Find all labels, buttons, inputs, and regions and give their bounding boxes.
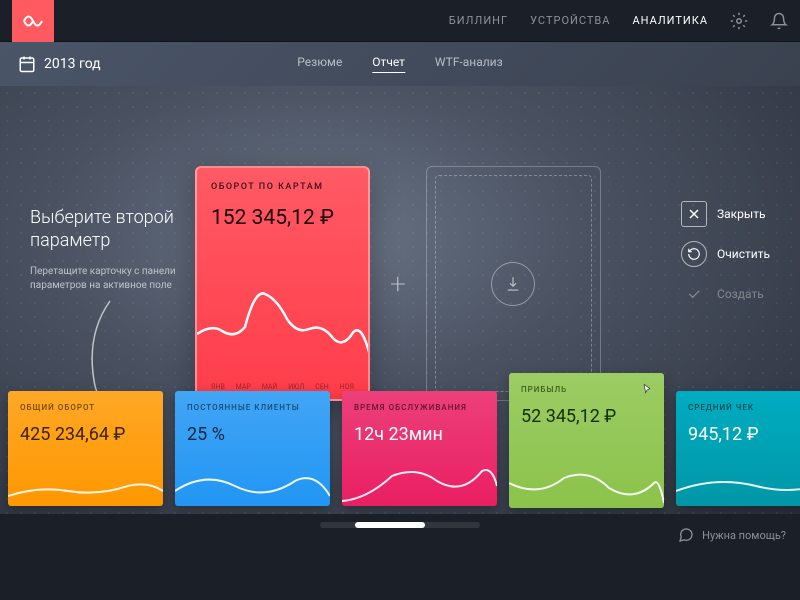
mini-chart: [342, 461, 497, 506]
mini-chart: [175, 461, 330, 506]
mini-card-title: ВРЕМЯ ОБСЛУЖИВАНИЯ: [354, 403, 485, 412]
year-label: 2013 год: [44, 56, 101, 72]
mini-card-2[interactable]: ВРЕМЯ ОБСЛУЖИВАНИЯ 12ч 23мин: [342, 391, 497, 506]
card-chart: [197, 279, 370, 369]
bell-icon[interactable]: [770, 12, 788, 30]
report-tabs: Резюме Отчет WTF-анализ: [297, 55, 502, 73]
close-button[interactable]: Закрыть: [681, 201, 770, 227]
mini-card-title: СРЕДНИЙ ЧЕК: [688, 403, 800, 412]
clear-button[interactable]: Очистить: [681, 241, 770, 267]
check-icon: [681, 281, 707, 307]
mini-chart: [676, 461, 800, 506]
footer: Нужна помощь?: [0, 514, 800, 556]
mini-card-value: 25 %: [187, 424, 318, 445]
nav-billing[interactable]: БИЛЛИНГ: [449, 14, 508, 27]
nav-analytics[interactable]: АНАЛИТИКА: [632, 14, 708, 27]
mini-card-value: 945,12 ₽: [688, 424, 800, 445]
instruction-panel: Выберите второй параметр Перетащите карт…: [30, 206, 210, 293]
main-area: Выберите второй параметр Перетащите карт…: [0, 86, 800, 514]
mini-card-3[interactable]: ПРИБЫЛЬ 52 345,12 ₽: [509, 373, 664, 508]
nav-devices[interactable]: УСТРОЙСТВА: [530, 14, 610, 27]
close-icon: [681, 201, 707, 227]
mini-card-title: ПОСТОЯННЫЕ КЛИЕНТЫ: [187, 403, 318, 412]
chat-icon: [678, 527, 694, 543]
app-header: БИЛЛИНГ УСТРОЙСТВА АНАЛИТИКА: [0, 0, 800, 42]
logo[interactable]: [12, 0, 54, 42]
instruction-title: Выберите второй параметр: [30, 206, 210, 253]
card-title: ОБОРОТ ПО КАРТАМ: [211, 182, 354, 192]
download-icon: [491, 262, 535, 306]
mini-card-title: ОБЩИЙ ОБОРОТ: [20, 403, 151, 412]
reset-icon: [681, 241, 707, 267]
gear-icon[interactable]: [730, 12, 748, 30]
mini-chart: [8, 461, 163, 506]
create-button[interactable]: Создать: [681, 281, 770, 307]
mini-card-title: ПРИБЫЛЬ: [521, 385, 652, 394]
carousel-scrollbar[interactable]: [320, 522, 480, 528]
plus-icon: +: [390, 267, 406, 300]
cursor-icon: [640, 383, 654, 397]
instruction-subtitle: Перетащите карточку с панели параметров …: [30, 265, 210, 293]
scrollbar-thumb[interactable]: [355, 522, 425, 528]
mini-card-4[interactable]: СРЕДНИЙ ЧЕК 945,12 ₽: [676, 391, 800, 506]
mini-card-value: 425 234,64 ₽: [20, 424, 151, 445]
action-panel: Закрыть Очистить Создать: [681, 201, 770, 307]
year-selector[interactable]: 2013 год: [18, 55, 101, 73]
main-nav: БИЛЛИНГ УСТРОЙСТВА АНАЛИТИКА: [449, 12, 788, 30]
mini-card-1[interactable]: ПОСТОЯННЫЕ КЛИЕНТЫ 25 %: [175, 391, 330, 506]
subheader: 2013 год Резюме Отчет WTF-анализ: [0, 42, 800, 86]
help-button[interactable]: Нужна помощь?: [678, 527, 786, 543]
mini-card-0[interactable]: ОБЩИЙ ОБОРОТ 425 234,64 ₽: [8, 391, 163, 506]
tab-wtf[interactable]: WTF-анализ: [435, 55, 503, 73]
tab-report[interactable]: Отчет: [372, 55, 405, 73]
mini-card-value: 12ч 23мин: [354, 424, 485, 445]
card-value: 152 345,12 ₽: [211, 206, 354, 230]
mini-card-value: 52 345,12 ₽: [521, 406, 652, 427]
tab-resume[interactable]: Резюме: [297, 55, 342, 73]
card-carousel[interactable]: ОБЩИЙ ОБОРОТ 425 234,64 ₽ ПОСТОЯННЫЕ КЛИЕН…: [0, 366, 800, 506]
mini-chart: [509, 463, 664, 508]
